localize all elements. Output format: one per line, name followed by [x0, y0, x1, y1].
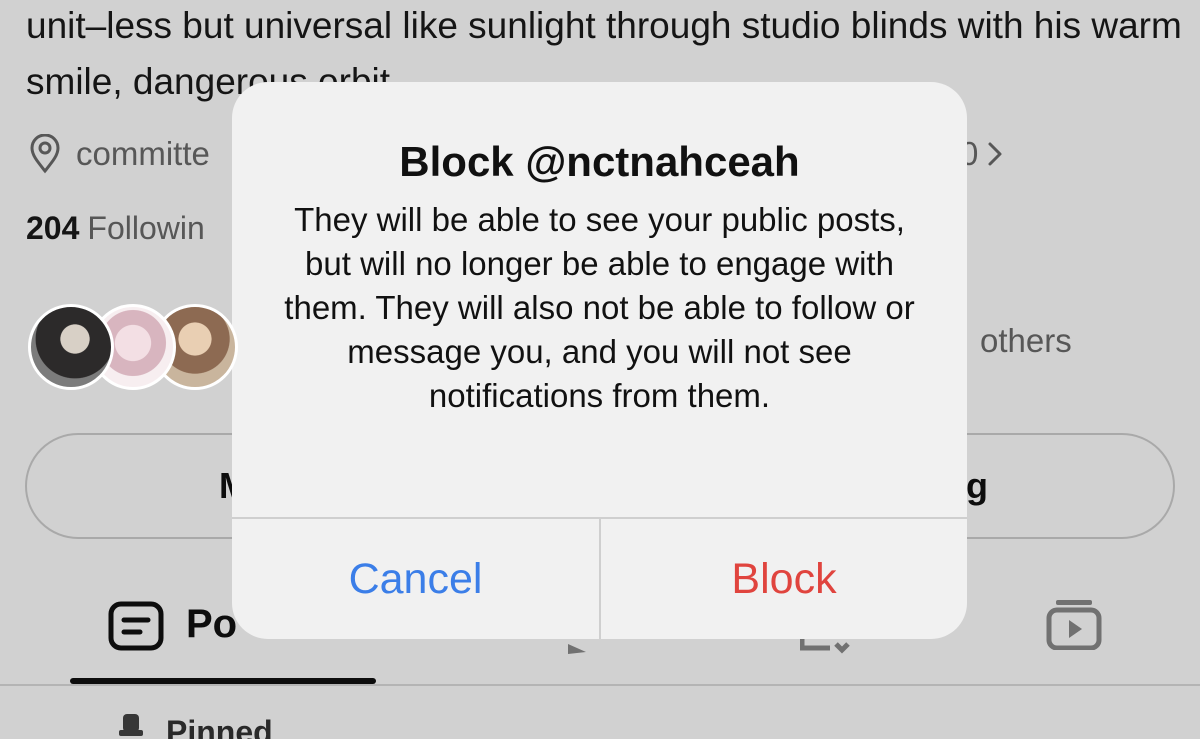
- block-confirmation-dialog: Block @nctnahceah They will be able to s…: [232, 82, 967, 639]
- dialog-title: Block @nctnahceah: [399, 138, 800, 185]
- followed-by-avatars[interactable]: [28, 304, 238, 394]
- dialog-message: They will be able to see your public pos…: [284, 201, 915, 414]
- block-button[interactable]: Block: [601, 519, 967, 639]
- profile-page: unit–less but universal like sunlight th…: [0, 0, 1200, 739]
- cancel-button[interactable]: Cancel: [232, 519, 599, 639]
- avatar: [28, 304, 114, 390]
